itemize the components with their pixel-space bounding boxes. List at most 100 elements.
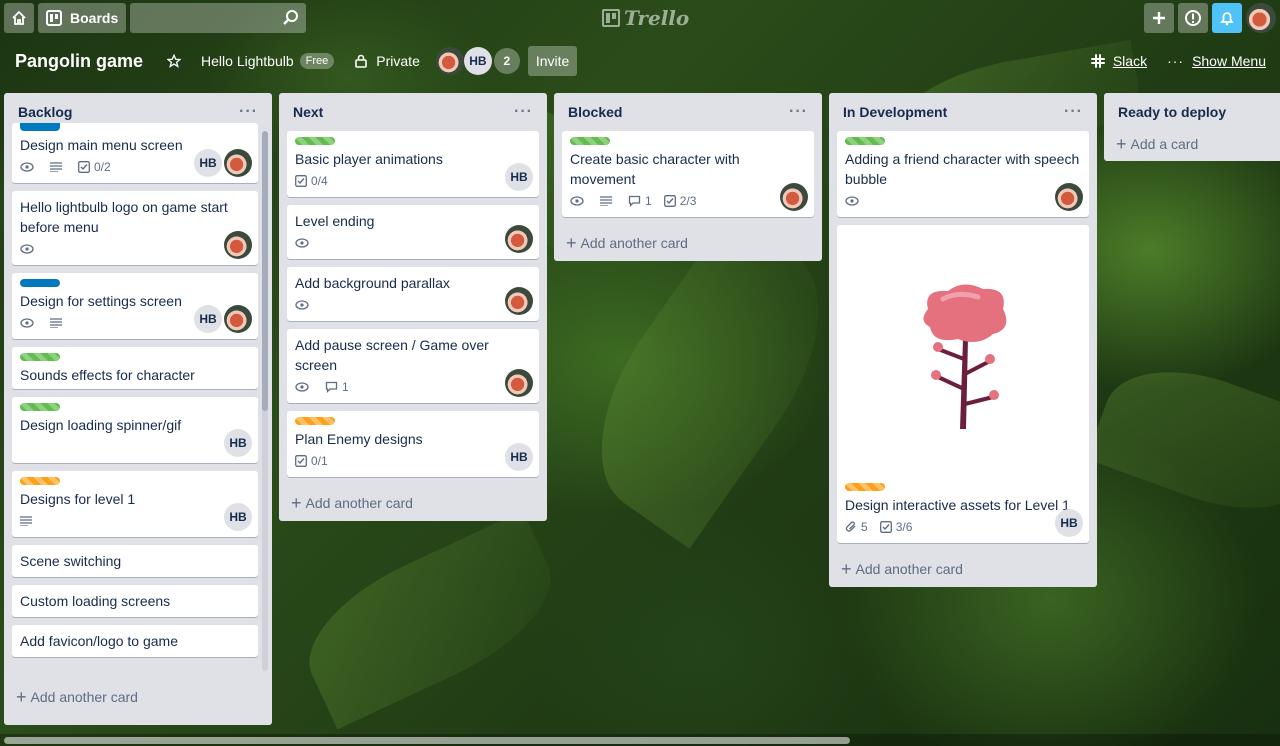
member-avatar-photo[interactable]	[224, 305, 252, 333]
add-card-button[interactable]: + Add a card	[1104, 127, 1280, 161]
boards-label: Boards	[70, 10, 119, 26]
boards-button[interactable]: Boards	[38, 3, 127, 33]
list-title[interactable]: Backlog	[18, 104, 72, 120]
list-header[interactable]: Ready to deploy	[1104, 93, 1280, 131]
label-green[interactable]	[570, 137, 610, 145]
member-avatar-hb[interactable]: HB	[463, 47, 492, 75]
list-title[interactable]: Blocked	[568, 104, 622, 120]
member-avatar-hb[interactable]: HB	[194, 149, 222, 177]
visibility-label: Private	[376, 53, 420, 69]
list-menu-icon[interactable]: ···	[239, 103, 258, 121]
card[interactable]: Scene switching	[12, 545, 258, 577]
card[interactable]: Design loading spinner/gif HB	[12, 397, 258, 463]
list-title[interactable]: In Development	[843, 104, 947, 120]
show-menu-button[interactable]: ··· Show Menu	[1157, 45, 1266, 77]
member-avatar-hb[interactable]: HB	[505, 163, 533, 191]
card[interactable]: Design main menu screen 0/2 HB	[12, 123, 258, 183]
notifications-button[interactable]	[1212, 3, 1242, 33]
member-avatar-photo[interactable]	[505, 225, 533, 253]
visibility-button[interactable]: Private	[344, 45, 430, 77]
list-menu-icon[interactable]: ···	[789, 103, 808, 121]
home-button[interactable]	[4, 3, 34, 33]
label-green[interactable]	[20, 403, 60, 411]
member-avatar-photo[interactable]	[780, 183, 808, 211]
list-title[interactable]: Ready to deploy	[1118, 104, 1226, 120]
list-header[interactable]: In Development ···	[829, 93, 1097, 131]
member-avatar-hb[interactable]: HB	[224, 503, 252, 531]
invite-button[interactable]: Invite	[527, 46, 578, 76]
member-avatar-hb[interactable]: HB	[224, 429, 252, 457]
label-orange[interactable]	[295, 417, 335, 425]
card[interactable]: Adding a friend character with speech bu…	[837, 131, 1089, 217]
label-blue[interactable]	[20, 123, 60, 131]
attachment-badge: 5	[845, 520, 868, 534]
list-title[interactable]: Next	[293, 104, 323, 120]
show-menu-label: Show Menu	[1192, 53, 1266, 69]
card[interactable]: Design interactive assets for Level 1 5 …	[837, 225, 1089, 543]
card[interactable]: Custom loading screens	[12, 585, 258, 617]
card[interactable]: Level ending	[287, 205, 539, 259]
card-title: Design loading spinner/gif	[20, 417, 182, 433]
add-card-button[interactable]: + Add another card	[4, 679, 272, 715]
card-title: Add background parallax	[295, 275, 450, 291]
info-button[interactable]	[1178, 3, 1208, 33]
card[interactable]: Create basic character with movement 1 2…	[562, 131, 814, 217]
card[interactable]: Designs for level 1 HB	[12, 471, 258, 537]
add-card-button[interactable]: + Add another card	[554, 225, 822, 261]
add-card-button[interactable]: + Add another card	[829, 551, 1097, 587]
member-avatar-photo[interactable]	[435, 47, 464, 75]
member-avatar-photo[interactable]	[1055, 183, 1083, 211]
member-avatar-hb[interactable]: HB	[1055, 509, 1083, 537]
search-icon	[283, 10, 299, 25]
team-button[interactable]: Hello Lightbulb Free	[191, 45, 344, 77]
checklist-badge: 3/6	[879, 520, 912, 534]
card[interactable]: Add pause screen / Game over screen 1	[287, 329, 539, 403]
checklist-badge: 0/2	[78, 160, 111, 174]
label-orange[interactable]	[845, 483, 885, 491]
search-input[interactable]	[130, 3, 307, 33]
trello-logo[interactable]: Trello	[602, 6, 689, 30]
add-card-button[interactable]: + Add another card	[279, 485, 547, 521]
label-blue[interactable]	[20, 279, 60, 287]
card-title: Hello lightbulb logo on game start befor…	[20, 199, 228, 235]
watch-icon	[845, 196, 863, 206]
member-count-badge[interactable]: 2	[493, 48, 520, 74]
create-button[interactable]	[1144, 3, 1174, 33]
member-avatar-photo[interactable]	[224, 231, 252, 259]
board-header: Pangolin game Hello Lightbulb Free Priva…	[0, 40, 1280, 82]
label-green[interactable]	[845, 137, 885, 145]
board-title[interactable]: Pangolin game	[0, 51, 157, 72]
board-scrollbar[interactable]	[0, 734, 1280, 746]
member-avatar-photo[interactable]	[224, 149, 252, 177]
member-avatar-photo[interactable]	[505, 287, 533, 315]
list-menu-icon[interactable]: ···	[514, 103, 533, 121]
list-header[interactable]: Blocked ···	[554, 93, 822, 131]
list-header[interactable]: Next ···	[279, 93, 547, 131]
list-blocked: Blocked ··· Create basic character with …	[554, 93, 822, 261]
card-cover-image	[845, 225, 1081, 483]
card[interactable]: Basic player animations 0/4 HB	[287, 131, 539, 197]
label-orange[interactable]	[20, 477, 60, 485]
checklist-count: 0/4	[311, 174, 328, 188]
member-avatar-hb[interactable]: HB	[194, 305, 222, 333]
card[interactable]: Add favicon/logo to game	[12, 625, 258, 657]
member-avatar-hb[interactable]: HB	[505, 443, 533, 471]
checklist-count: 0/2	[94, 160, 111, 174]
list-menu-icon[interactable]: ···	[1064, 103, 1083, 121]
account-avatar[interactable]	[1246, 3, 1276, 33]
label-green[interactable]	[20, 353, 60, 361]
add-card-label: Add another card	[30, 689, 138, 705]
card[interactable]: Sounds effects for character	[12, 347, 258, 389]
top-bar: Boards Trello	[0, 0, 1280, 36]
star-button[interactable]	[157, 45, 191, 77]
slack-button[interactable]: Slack	[1081, 45, 1157, 77]
card[interactable]: Add background parallax	[287, 267, 539, 321]
member-avatar-photo[interactable]	[505, 369, 533, 397]
card[interactable]: Hello lightbulb logo on game start befor…	[12, 191, 258, 265]
info-icon	[1185, 10, 1201, 26]
list-scrollbar[interactable]	[262, 131, 268, 671]
card-title: Basic player animations	[295, 151, 443, 167]
card[interactable]: Plan Enemy designs 0/1 HB	[287, 411, 539, 477]
card[interactable]: Design for settings screen HB	[12, 273, 258, 339]
label-green[interactable]	[295, 137, 335, 145]
